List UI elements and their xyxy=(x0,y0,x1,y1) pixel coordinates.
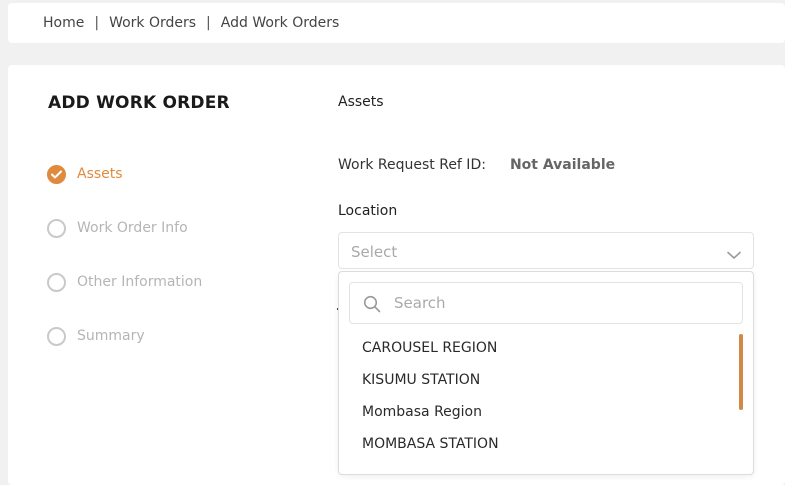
location-select[interactable]: Select xyxy=(338,232,754,269)
dropdown-scrollbar[interactable] xyxy=(739,334,743,410)
option-kisumu-station[interactable]: KISUMU STATION xyxy=(362,372,480,388)
step-assets[interactable]: Assets xyxy=(47,163,123,185)
search-box xyxy=(349,282,743,324)
step-other-information[interactable]: Other Information xyxy=(47,271,202,293)
work-request-ref-row: Work Request Ref ID: Not Available xyxy=(338,157,615,173)
page-title: ADD WORK ORDER xyxy=(48,93,230,113)
option-carousel-region[interactable]: CAROUSEL REGION xyxy=(362,340,497,356)
location-label: Location xyxy=(338,203,398,219)
location-dropdown: CAROUSEL REGION KISUMU STATION Mombasa R… xyxy=(338,271,754,475)
breadcrumb: Home | Work Orders | Add Work Orders xyxy=(43,15,339,31)
breadcrumb-separator: | xyxy=(94,15,100,31)
search-icon xyxy=(363,295,381,317)
chevron-down-icon xyxy=(727,245,741,264)
check-circle-icon xyxy=(47,164,66,184)
search-input[interactable] xyxy=(394,289,724,317)
breadcrumb-bar: Home | Work Orders | Add Work Orders xyxy=(8,3,785,43)
ref-id-label: Work Request Ref ID: xyxy=(338,157,486,173)
breadcrumb-work-orders[interactable]: Work Orders xyxy=(109,15,196,31)
section-title: Assets xyxy=(338,94,384,110)
empty-circle-icon xyxy=(47,326,66,346)
ref-id-value: Not Available xyxy=(509,157,616,173)
breadcrumb-add-work-orders: Add Work Orders xyxy=(220,15,340,31)
breadcrumb-separator: | xyxy=(206,15,211,31)
step-label: Other Information xyxy=(77,274,203,290)
step-label: Work Order Info xyxy=(77,220,188,236)
empty-circle-icon xyxy=(47,272,66,292)
breadcrumb-home[interactable]: Home xyxy=(43,15,84,31)
step-label: Assets xyxy=(77,166,123,182)
step-summary[interactable]: Summary xyxy=(47,325,145,347)
option-mombasa-region[interactable]: Mombasa Region xyxy=(362,404,482,420)
step-label: Summary xyxy=(77,328,145,344)
form-card: ADD WORK ORDER Assets Work Order Info Ot… xyxy=(8,65,785,485)
option-mombasa-station[interactable]: MOMBASA STATION xyxy=(362,436,499,452)
step-work-order-info[interactable]: Work Order Info xyxy=(47,217,188,239)
empty-circle-icon xyxy=(47,218,66,238)
location-select-placeholder: Select xyxy=(351,243,398,261)
